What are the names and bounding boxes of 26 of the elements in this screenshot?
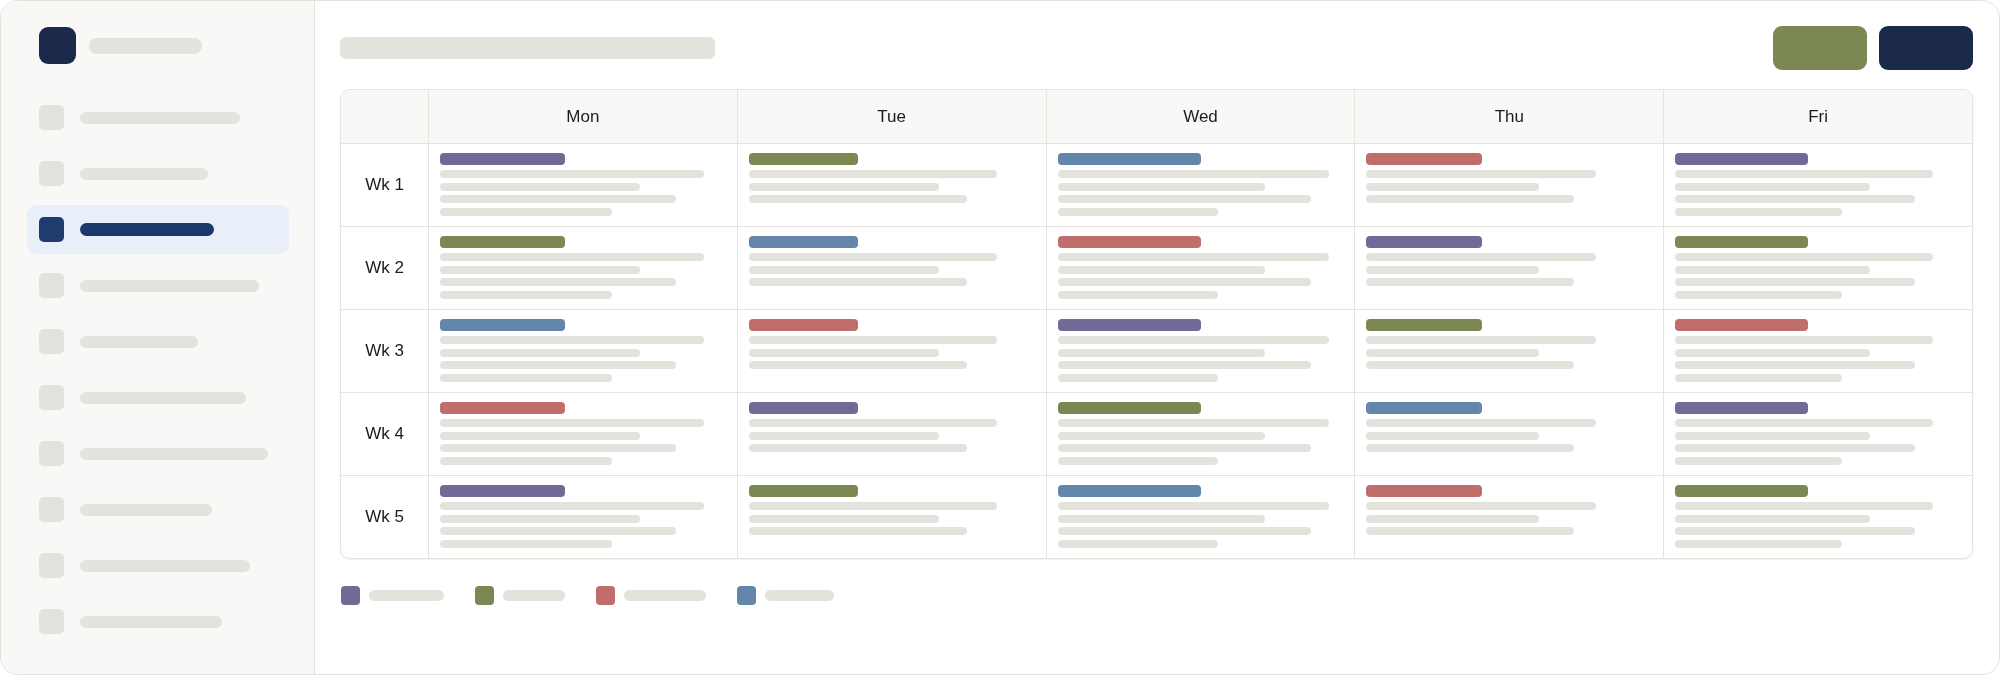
column-header: Fri — [1663, 90, 1972, 143]
logo-icon — [39, 27, 76, 64]
square-icon — [39, 609, 64, 634]
square-icon — [39, 497, 64, 522]
square-icon — [39, 273, 64, 298]
row-label: Wk 4 — [364, 423, 405, 445]
placeholder-bar — [765, 590, 834, 601]
action-button[interactable] — [1879, 26, 1973, 70]
square-icon — [39, 441, 64, 466]
action-button[interactable] — [1773, 26, 1867, 70]
row-label: Wk 5 — [364, 506, 405, 528]
column-header: Thu — [1354, 90, 1664, 143]
square-icon — [39, 161, 64, 186]
square-icon — [39, 105, 64, 130]
square-icon — [39, 553, 64, 578]
placeholder-bar — [503, 590, 565, 601]
column-header: Mon — [428, 90, 737, 143]
column-header: Wed — [1045, 90, 1355, 143]
column-header: Tue — [736, 90, 1046, 143]
row-label: Wk 2 — [364, 257, 405, 279]
row-label: Wk 3 — [364, 340, 405, 362]
square-icon — [39, 385, 64, 410]
row-label: Wk 1 — [364, 174, 405, 196]
sidebar-item[interactable] — [27, 205, 289, 254]
square-icon — [39, 329, 64, 354]
square-icon — [39, 217, 64, 242]
